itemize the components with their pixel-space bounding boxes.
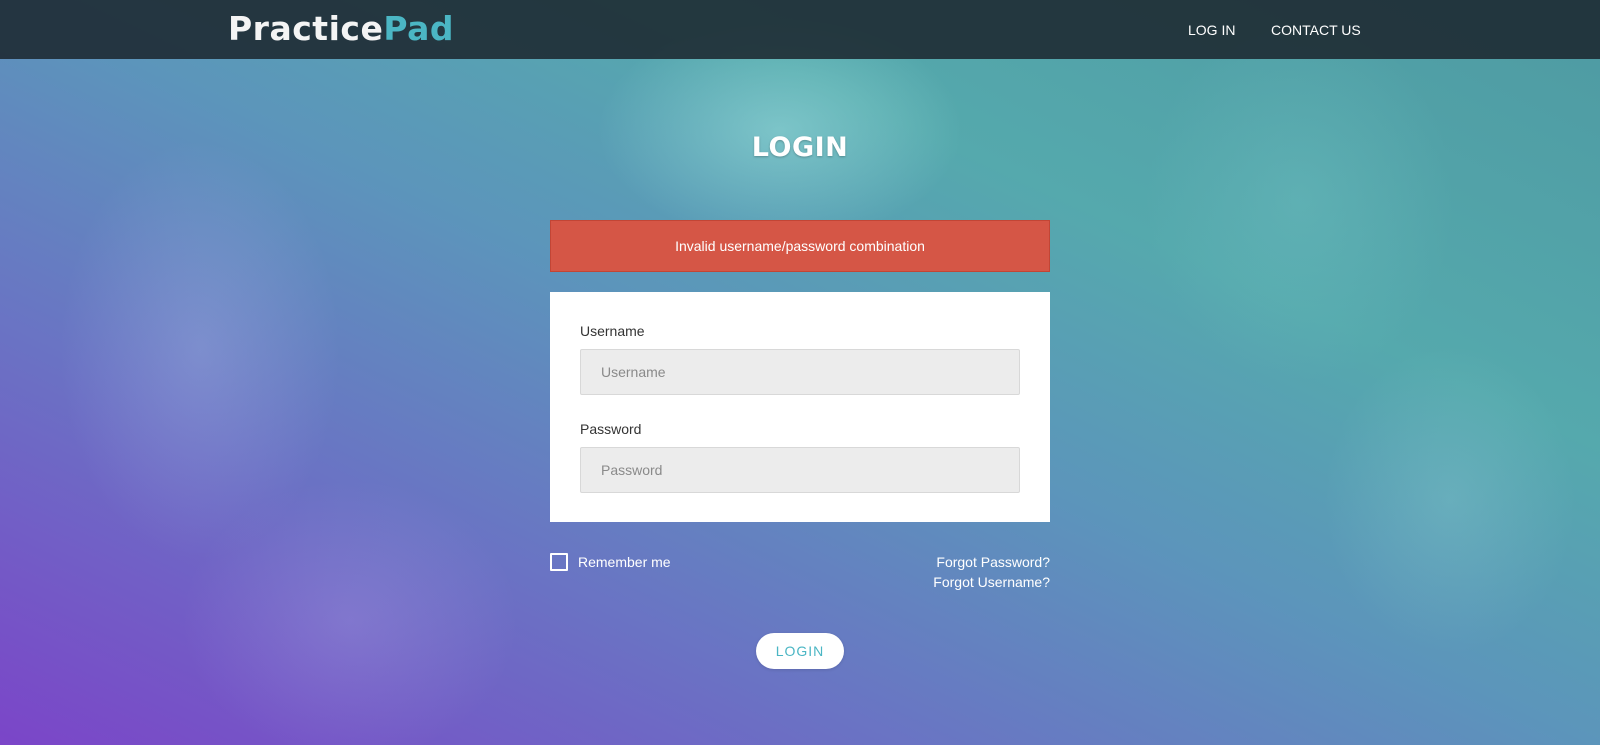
top-navbar: PracticePad LOG IN CONTACT US	[0, 0, 1600, 59]
brand-logo-part2: Pad	[383, 9, 455, 48]
password-input[interactable]	[580, 447, 1020, 493]
username-label: Username	[580, 323, 645, 339]
nav-login-link[interactable]: LOG IN	[1188, 20, 1235, 40]
username-input[interactable]	[580, 349, 1020, 395]
password-label: Password	[580, 421, 642, 437]
login-card: Username Password	[550, 292, 1050, 522]
forgot-username-link[interactable]: Forgot Username?	[933, 573, 1050, 591]
brand-logo-part1: Practice	[228, 9, 384, 48]
error-alert: Invalid username/password combination	[550, 220, 1050, 272]
page-title: LOGIN	[751, 132, 849, 163]
remember-me-label[interactable]: Remember me	[578, 553, 671, 571]
checkbox-unchecked-icon[interactable]	[550, 553, 568, 571]
login-submit-button[interactable]: LOGIN	[756, 633, 844, 669]
nav-contact-link[interactable]: CONTACT US	[1271, 20, 1361, 40]
brand-logo[interactable]: PracticePad	[228, 8, 454, 50]
forgot-password-link[interactable]: Forgot Password?	[936, 553, 1050, 571]
